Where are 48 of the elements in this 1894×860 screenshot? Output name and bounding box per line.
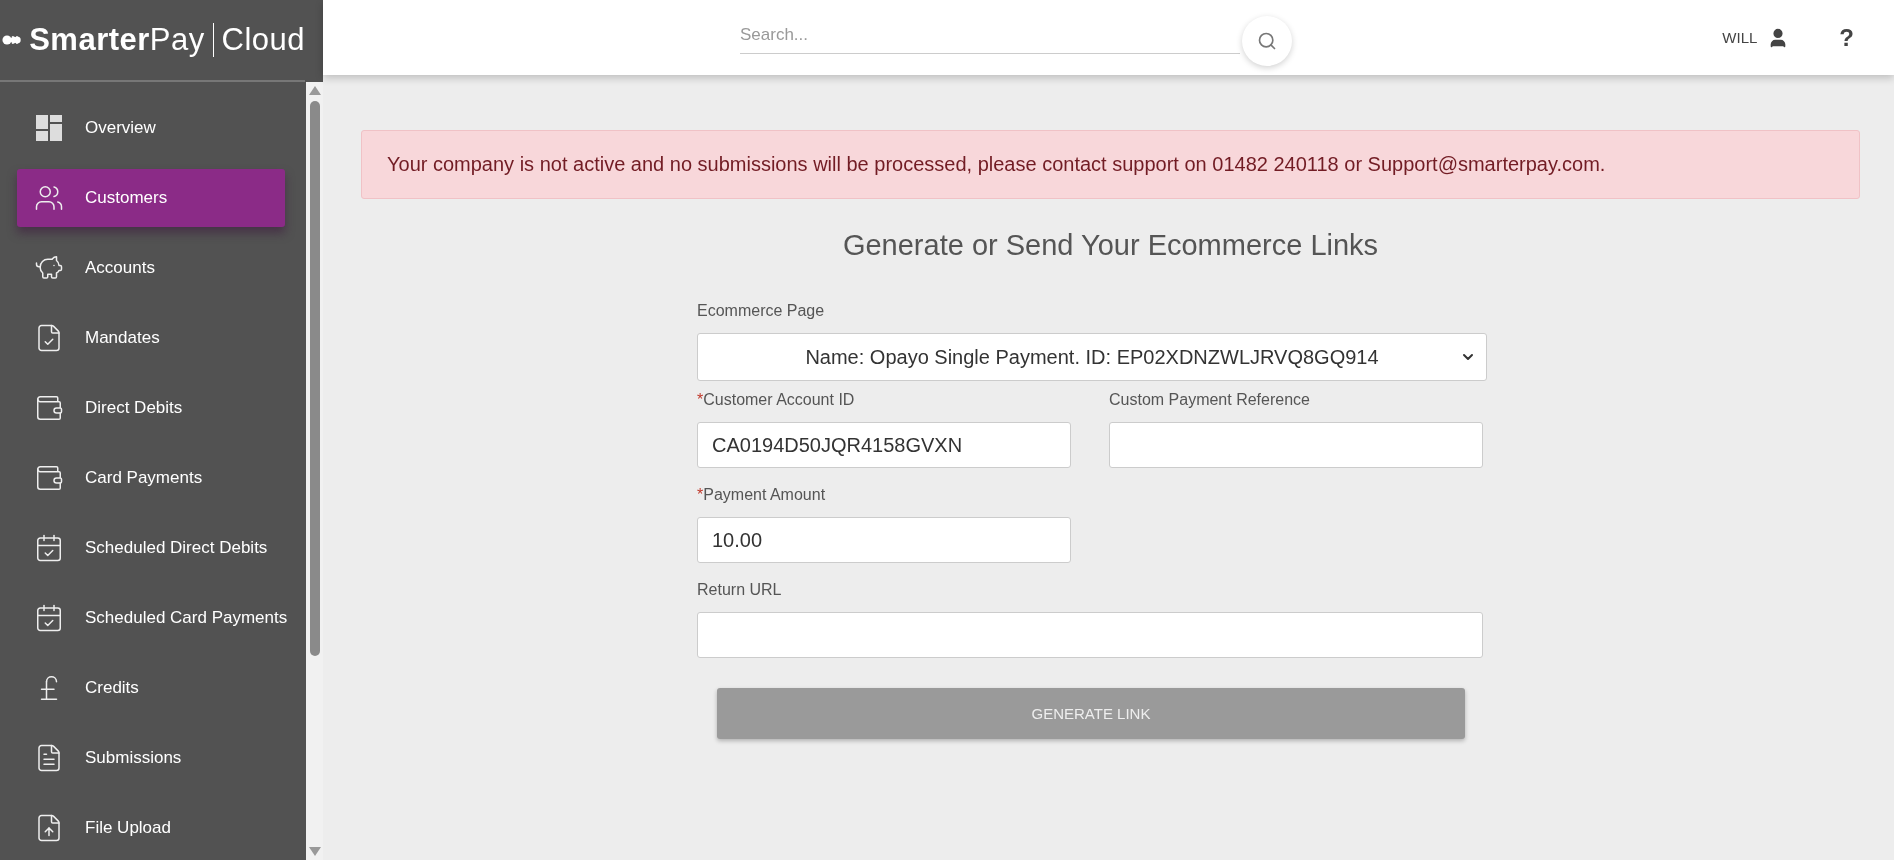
help-button[interactable]: ? [1839,23,1854,52]
people-icon [34,183,64,213]
sidebar-item[interactable]: Overview [17,99,285,157]
field-label: *Payment Amount [697,486,827,504]
sidebar-item[interactable]: Accounts [17,239,285,297]
sidebar-item[interactable]: Scheduled Direct Debits [17,519,285,577]
sidebar-item[interactable]: Direct Debits [17,379,285,437]
calendar-check-icon [34,533,64,563]
sidebar-label: Overview [85,118,156,138]
sidebar-label: Direct Debits [85,398,183,418]
sidebar-item[interactable]: Credits [17,659,285,717]
sidebar-item[interactable]: File Upload [17,799,285,857]
scroll-down-icon[interactable] [308,847,321,856]
input-field[interactable]: 10.00 [697,517,1071,563]
input-field[interactable] [1109,422,1483,468]
product-name: Cloud [221,22,305,58]
input-field[interactable]: CA0194D50JQR4158GVXN [697,422,1071,468]
field-label: *Customer Account ID [697,391,856,409]
ecommerce-page-select[interactable]: Name: Opayo Single Payment. ID: EP02XDNZWLJRVQ8GQ914 [697,333,1487,381]
page-title: Generate or Send Your Ecommerce Links [841,229,1380,262]
sidebar-label: File Upload [85,818,171,838]
sidebar-item[interactable]: Customers [17,169,285,227]
alert-message: Your company is not active and no submissions will be processed, please contact support on 01482 240118 or Support@smarterpay.com. [361,130,1860,199]
field-label: Ecommerce Page [697,302,826,320]
scroll-up-icon[interactable] [308,86,321,95]
dashboard-icon [36,115,62,141]
field-label: Custom Payment Reference [1109,391,1311,409]
sidebar-label: Scheduled Direct Debits [85,538,268,558]
sidebar-label: Accounts [85,258,155,278]
sidebar-label: Credits [85,678,139,698]
sidebar-item[interactable]: Scheduled Card Payments [17,589,288,647]
user-name[interactable]: WILL [1722,29,1758,46]
sidebar-label: Customers [85,188,168,208]
input-field[interactable] [697,612,1483,658]
wallet-icon [34,393,64,423]
sidebar-label: Mandates [85,328,160,348]
sidebar-item[interactable]: Submissions [17,729,285,787]
wallet-icon [34,463,64,493]
sidebar-label: Card Payments [85,468,203,488]
field-label: Return URL [697,581,783,599]
sidebar-label: Scheduled Card Payments [85,608,288,628]
sidebar-item[interactable]: Card Payments [17,449,285,507]
sidebar-item[interactable]: Mandates [17,309,285,367]
sidebar-label: Submissions [85,748,182,768]
search-icon [1257,30,1277,51]
brand-name: SmarterPay [29,22,205,58]
calendar-check-icon [34,603,64,633]
search-button[interactable] [1242,15,1292,66]
